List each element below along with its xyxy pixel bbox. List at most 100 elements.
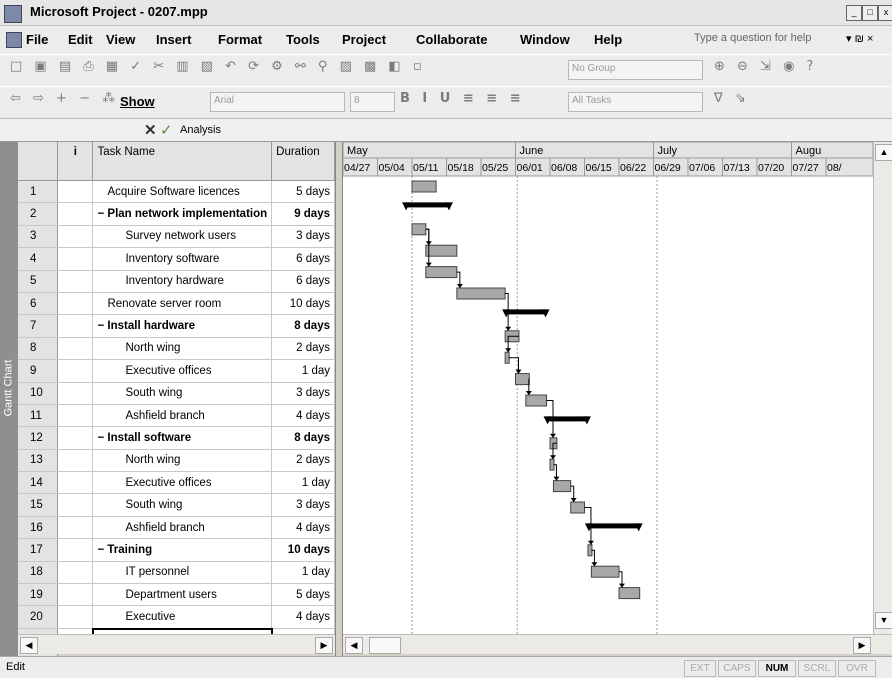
- summary-bar[interactable]: [405, 202, 450, 208]
- row-number[interactable]: 4: [18, 247, 59, 271]
- sheet-horizontal-scrollbar[interactable]: ◀ ▶: [18, 634, 335, 654]
- row-indicator[interactable]: [57, 493, 94, 517]
- row-number[interactable]: 16: [18, 516, 59, 540]
- header-info-icon[interactable]: i: [57, 142, 94, 181]
- minimize-button[interactable]: _: [846, 5, 862, 21]
- table-row[interactable]: 17− Training 10 days: [18, 538, 335, 562]
- row-number[interactable]: 7: [18, 314, 59, 338]
- row-indicator[interactable]: [57, 225, 94, 249]
- close-button[interactable]: x: [878, 5, 892, 21]
- duration-cell[interactable]: 5 days: [271, 583, 335, 607]
- row-number[interactable]: 15: [18, 493, 59, 517]
- menu-file[interactable]: File: [26, 32, 48, 47]
- task-name-cell[interactable]: Ashfield branch: [92, 516, 273, 540]
- row-indicator[interactable]: [57, 516, 94, 540]
- table-row[interactable]: 10 South wing 3 days: [18, 382, 335, 405]
- task-name-cell[interactable]: Executive offices: [92, 359, 273, 383]
- row-number[interactable]: 1: [18, 180, 59, 204]
- table-row[interactable]: 19 Department users 5 days: [18, 583, 335, 607]
- zoom-icons[interactable]: ⊕ ⊖ ⇲ ◉ ?: [714, 59, 817, 74]
- chart-scroll-right-button[interactable]: ▶: [853, 637, 871, 654]
- duration-cell[interactable]: 1 day: [271, 471, 335, 495]
- menu-edit[interactable]: Edit: [68, 32, 93, 47]
- row-number[interactable]: 6: [18, 292, 59, 316]
- scroll-up-button[interactable]: ▲: [875, 144, 892, 161]
- duration-cell[interactable]: 10 days: [271, 292, 335, 316]
- task-name-cell[interactable]: South wing: [92, 493, 273, 517]
- row-number[interactable]: 18: [18, 561, 59, 585]
- row-indicator[interactable]: [57, 180, 94, 204]
- header-select-all[interactable]: [18, 142, 59, 181]
- sheet-scroll-left-button[interactable]: ◀: [20, 637, 38, 654]
- task-bar[interactable]: [515, 373, 530, 386]
- chart-scroll-left-button[interactable]: ◀: [345, 637, 363, 654]
- task-bar[interactable]: [456, 287, 506, 300]
- cancel-entry-icon[interactable]: ✕: [144, 121, 157, 139]
- duration-cell[interactable]: 6 days: [271, 270, 335, 293]
- task-bar[interactable]: [570, 501, 585, 514]
- row-indicator[interactable]: [57, 538, 94, 562]
- task-name-cell[interactable]: − Plan network implementation: [92, 202, 273, 226]
- row-indicator[interactable]: [57, 314, 94, 338]
- row-indicator[interactable]: [57, 202, 94, 226]
- row-number[interactable]: 5: [18, 270, 59, 293]
- table-row[interactable]: 18 IT personnel 1 day: [18, 561, 335, 585]
- task-bar[interactable]: [504, 351, 510, 364]
- row-indicator[interactable]: [57, 270, 94, 293]
- table-row[interactable]: 7− Install hardware 8 days: [18, 314, 335, 338]
- table-row[interactable]: 9 Executive offices 1 day: [18, 359, 335, 383]
- doc-icon[interactable]: [6, 32, 22, 48]
- menu-window[interactable]: Window: [520, 32, 570, 47]
- row-number[interactable]: 3: [18, 225, 59, 249]
- duration-cell[interactable]: 3 days: [271, 382, 335, 405]
- task-bar[interactable]: [587, 544, 593, 557]
- entry-value[interactable]: Analysis: [180, 124, 221, 136]
- row-indicator[interactable]: [57, 583, 94, 607]
- task-name-cell[interactable]: Survey network users: [92, 225, 273, 249]
- row-number[interactable]: 10: [18, 382, 59, 405]
- table-row[interactable]: 12− Install software 8 days: [18, 426, 335, 450]
- task-name-cell[interactable]: North wing: [92, 337, 273, 361]
- row-number[interactable]: 12: [18, 426, 59, 450]
- menu-dropdown-icon[interactable]: ▾ ₪ ×: [846, 32, 873, 45]
- table-row[interactable]: 5 Inventory hardware 6 days: [18, 270, 335, 293]
- row-number[interactable]: 13: [18, 449, 59, 473]
- duration-cell[interactable]: 6 days: [271, 247, 335, 271]
- duration-cell[interactable]: 3 days: [271, 225, 335, 249]
- menu-tools[interactable]: Tools: [286, 32, 320, 47]
- restore-button[interactable]: □: [862, 5, 878, 21]
- task-bar[interactable]: [618, 587, 641, 600]
- task-name-cell[interactable]: Renovate server room: [92, 292, 273, 316]
- chart-scroll-thumb[interactable]: [369, 637, 401, 654]
- sheet-scroll-right-button[interactable]: ▶: [315, 637, 333, 654]
- table-row[interactable]: 1 Acquire Software licences 5 days: [18, 180, 335, 204]
- duration-cell[interactable]: 4 days: [271, 516, 335, 540]
- row-indicator[interactable]: [57, 247, 94, 271]
- duration-cell[interactable]: 1 day: [271, 561, 335, 585]
- group-select[interactable]: No Group: [568, 60, 703, 80]
- help-question-input[interactable]: Type a question for help: [694, 32, 834, 48]
- task-bar[interactable]: [549, 458, 555, 471]
- task-name-cell[interactable]: Inventory hardware: [92, 270, 273, 293]
- duration-cell[interactable]: 10 days: [271, 538, 335, 562]
- table-row[interactable]: 2 − Plan network implementation 9 days: [18, 202, 335, 226]
- task-name-cell[interactable]: Department users: [92, 583, 273, 607]
- task-name-cell[interactable]: − Install hardware: [92, 314, 273, 338]
- collapse-icon[interactable]: −: [97, 432, 107, 444]
- menu-view[interactable]: View: [106, 32, 135, 47]
- row-indicator[interactable]: [57, 337, 94, 361]
- row-number[interactable]: 9: [18, 359, 59, 383]
- table-row[interactable]: 16 Ashfield branch 4 days: [18, 516, 335, 540]
- header-task-name[interactable]: Task Name: [92, 142, 273, 181]
- table-row[interactable]: 13 North wing 2 days: [18, 449, 335, 473]
- row-number[interactable]: 17: [18, 538, 59, 562]
- collapse-icon[interactable]: −: [97, 544, 107, 556]
- summary-bar[interactable]: [587, 523, 640, 529]
- table-row[interactable]: 20 Executive 4 days: [18, 605, 335, 630]
- duration-cell[interactable]: 9 days: [271, 202, 335, 226]
- outline-icons[interactable]: ⇦ ⇨ + − ⁂: [10, 91, 119, 106]
- header-duration[interactable]: Duration: [271, 142, 335, 181]
- scroll-down-button[interactable]: ▼: [875, 612, 892, 629]
- menu-format[interactable]: Format: [218, 32, 262, 47]
- duration-cell[interactable]: 5 days: [271, 180, 335, 204]
